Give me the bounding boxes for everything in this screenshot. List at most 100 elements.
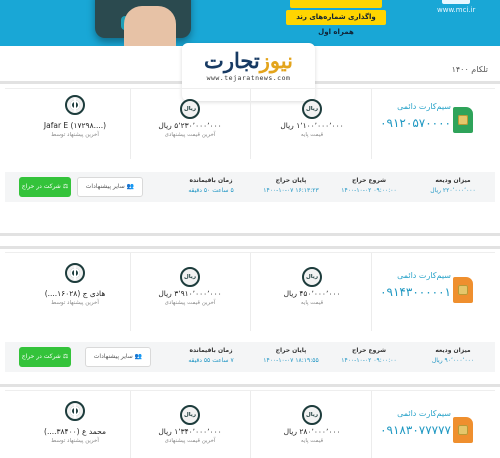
column-divider — [130, 391, 131, 458]
auction-icon: ⚖ — [62, 183, 69, 190]
bidder-cell: محمد ع (۳۸۴۰۰....) آخرین پیشنهاد توسط — [35, 401, 115, 445]
sim-number[interactable]: ۰۹۱۸۳۰۷۷۷۷۷ — [380, 423, 451, 437]
banner-site-url: www.mci.ir — [437, 6, 476, 14]
last-offer-cell: ریال ۱٬۳۴۰٬۰۰۰٬۰۰۰ ریال آخرین قیمت پیشنه… — [145, 401, 235, 445]
deposit-cell: میزان ودیعه ۲۲۰٬۰۰۰٬۰۰۰ ریال — [415, 176, 491, 196]
base-price-label: قیمت پایه — [300, 438, 324, 444]
auction-end-value: ۱۸:۱۹:۵۵ ۱۴۰۰-۱۰-۰۷ — [263, 357, 319, 364]
base-price-value: ۴۵۰٬۰۰۰٬۰۰۰ ریال — [283, 289, 341, 298]
deposit-value: ۹۰٬۰۰۰٬۰۰۰ ریال — [431, 357, 475, 364]
column-divider — [371, 391, 372, 458]
deposit-label: میزان ودیعه — [435, 177, 471, 184]
auction-end-cell: پایان حراج ۱۸:۱۹:۵۵ ۱۴۰۰-۱۰-۰۷ — [253, 346, 329, 366]
banner-promo-strip — [290, 0, 382, 8]
auction-icon: ⚖ — [62, 353, 69, 360]
users-icon: 👥 — [126, 183, 135, 190]
join-auction-button[interactable]: ⚖شرکت در حراج — [19, 347, 71, 367]
bidder-label: آخرین پیشنهاد توسط — [51, 438, 99, 444]
rial-icon: ریال — [180, 405, 200, 425]
deposit-cell: میزان ودیعه ۹۰٬۰۰۰٬۰۰۰ ریال — [415, 346, 491, 366]
last-offer-label: آخرین قیمت پیشنهادی — [164, 132, 216, 138]
bidder-cell: Jafar E (۱۷۲۹۸....) آخرین پیشنهاد توسط — [35, 95, 115, 139]
hand-image — [124, 6, 176, 46]
rial-icon: ریال — [180, 267, 200, 287]
last-offer-value: ۵٬۲۳۰٬۰۰۰٬۰۰۰ ریال — [158, 121, 222, 130]
auction-card[interactable]: محمد ع (۳۸۴۰۰....) آخرین پیشنهاد توسط ری… — [5, 390, 495, 458]
time-left-value: ۷ ساعت ۵۵ دقیقه — [188, 357, 234, 364]
top-banner[interactable]: واگذاری شماره‌های رند همراه اول www.mci.… — [0, 0, 500, 46]
last-offer-value: ۱٬۳۴۰٬۰۰۰٬۰۰۰ ریال — [158, 427, 222, 436]
column-divider — [371, 89, 372, 159]
column-divider — [371, 253, 372, 331]
column-divider — [130, 253, 131, 331]
auction-start-value: ۰۹:۰۰:۰۰ ۱۴۰۰-۱۰-۰۲ — [341, 187, 397, 194]
base-price-cell: ریال ۴۵۰٬۰۰۰٬۰۰۰ ریال قیمت پایه — [267, 263, 357, 307]
auction-end-value: ۱۶:۱۳:۲۳ ۱۴۰۰-۱۰-۰۷ — [263, 187, 319, 194]
base-price-label: قیمت پایه — [300, 132, 324, 138]
watermark-site: www.tejaratnews.com — [206, 74, 291, 82]
sim-card-icon — [453, 417, 473, 443]
last-offer-label: آخرین قیمت پیشنهادی — [164, 300, 216, 306]
globe-icon — [65, 401, 85, 421]
auction-start-label: شروع حراج — [352, 177, 386, 184]
auction-start-value: ۰۹:۰۰:۰۰ ۱۴۰۰-۱۰-۰۲ — [341, 357, 397, 364]
auction-info-bar: ⚖شرکت در حراج 👥سایر پیشنهادات زمان باقیم… — [5, 342, 495, 372]
rial-icon: ریال — [180, 99, 200, 119]
sim-card-icon — [453, 277, 473, 303]
auction-end-label: پایان حراج — [275, 177, 307, 184]
base-price-label: قیمت پایه — [300, 300, 324, 306]
auction-card[interactable]: هادی ج (۱۶۰۲۸....) آخرین پیشنهاد توسط ری… — [5, 252, 495, 340]
sim-type: سیم‌کارت دائمی — [397, 409, 451, 418]
column-divider — [250, 89, 251, 159]
sim-type: سیم‌کارت دائمی — [397, 271, 451, 280]
column-divider — [250, 391, 251, 458]
auction-info-bar: ⚖شرکت در حراج 👥سایر پیشنهادات زمان باقیم… — [5, 172, 495, 202]
column-divider — [130, 89, 131, 159]
rial-icon: ریال — [302, 267, 322, 287]
auction-start-label: شروع حراج — [352, 347, 386, 354]
last-offer-value: ۳٬۹۱۰٬۰۰۰٬۰۰۰ ریال — [158, 289, 222, 298]
auction-start-cell: شروع حراج ۰۹:۰۰:۰۰ ۱۴۰۰-۱۰-۰۲ — [331, 176, 407, 196]
mci-logo — [442, 0, 470, 4]
bidder-name: هادی ج (۱۶۰۲۸....) — [44, 289, 106, 298]
base-price-cell: ریال ۲۸۰٬۰۰۰٬۰۰۰ ریال قیمت پایه — [267, 401, 357, 445]
users-icon: 👥 — [134, 353, 143, 360]
time-left-cell: زمان باقیمانده ۷ ساعت ۵۵ دقیقه — [173, 346, 249, 366]
auction-end-cell: پایان حراج ۱۶:۱۳:۲۳ ۱۴۰۰-۱۰-۰۷ — [253, 176, 329, 196]
auction-card[interactable]: Jafar E (۱۷۲۹۸....) آخرین پیشنهاد توسط ر… — [5, 88, 495, 168]
other-offers-button[interactable]: 👥سایر پیشنهادات — [77, 177, 143, 197]
auction-end-label: پایان حراج — [275, 347, 307, 354]
bidder-name: محمد ع (۳۸۴۰۰....) — [44, 427, 106, 436]
base-price-value: ۱٬۱۰۰٬۰۰۰٬۰۰۰ ریال — [280, 121, 344, 130]
bidder-label: آخرین پیشنهاد توسط — [51, 132, 99, 138]
time-left-label: زمان باقیمانده — [189, 347, 233, 354]
auction-start-cell: شروع حراج ۰۹:۰۰:۰۰ ۱۴۰۰-۱۰-۰۲ — [331, 346, 407, 366]
sim-number[interactable]: ۰۹۱۴۳۰۰۰۰۰۱ — [380, 285, 451, 299]
sim-number[interactable]: ۰۹۱۲۰۵۷۰۰۰۰ — [380, 116, 451, 130]
time-left-value: ۵ ساعت ۵۰ دقیقه — [188, 187, 234, 194]
divider — [0, 384, 500, 387]
rial-icon: ریال — [302, 99, 322, 119]
divider — [0, 233, 500, 236]
section-title: تلکام ۱۴۰۰ — [451, 65, 488, 74]
sim-card-icon — [453, 107, 473, 133]
last-offer-label: آخرین قیمت پیشنهادی — [164, 438, 216, 444]
other-offers-button[interactable]: 👥سایر پیشنهادات — [85, 347, 151, 367]
base-price-value: ۲۸۰٬۰۰۰٬۰۰۰ ریال — [283, 427, 341, 436]
divider — [0, 246, 500, 249]
sim-type: سیم‌کارت دائمی — [397, 102, 451, 111]
rial-icon: ریال — [302, 405, 322, 425]
column-divider — [250, 253, 251, 331]
banner-promo-text: واگذاری شماره‌های رند همراه اول — [286, 10, 386, 36]
base-price-cell: ریال ۱٬۱۰۰٬۰۰۰٬۰۰۰ ریال قیمت پایه — [267, 95, 357, 139]
time-left-label: زمان باقیمانده — [189, 177, 233, 184]
bidder-name: Jafar E (۱۷۲۹۸....) — [43, 121, 107, 130]
bidder-label: آخرین پیشنهاد توسط — [51, 300, 99, 306]
watermark-logo-text: نیوزتجارت — [204, 48, 293, 73]
deposit-label: میزان ودیعه — [435, 347, 471, 354]
globe-icon — [65, 263, 85, 283]
time-left-cell: زمان باقیمانده ۵ ساعت ۵۰ دقیقه — [173, 176, 249, 196]
globe-icon — [65, 95, 85, 115]
join-auction-button[interactable]: ⚖شرکت در حراج — [19, 177, 71, 197]
bidder-cell: هادی ج (۱۶۰۲۸....) آخرین پیشنهاد توسط — [35, 263, 115, 307]
